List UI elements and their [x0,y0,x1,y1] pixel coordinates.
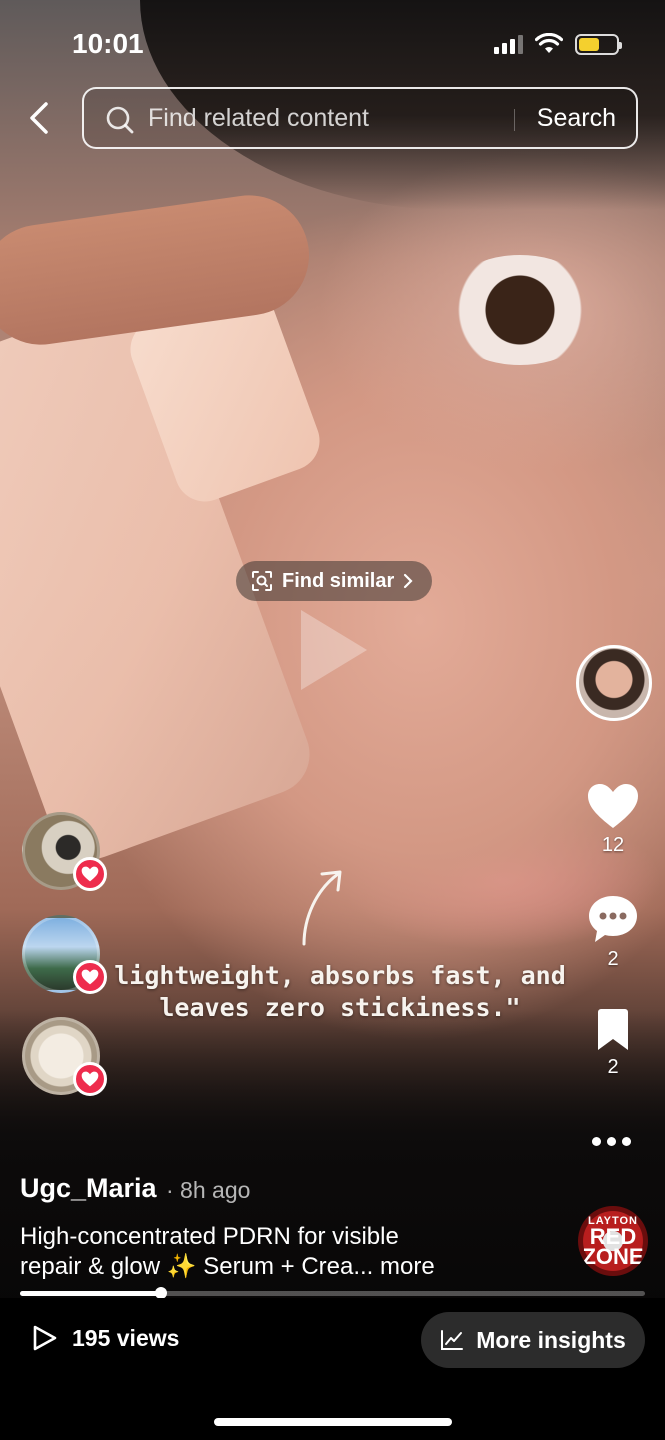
status-time: 10:01 [72,28,144,59]
post-description[interactable]: High-concentrated PDRN for visible repai… [20,1222,560,1282]
disc-label-line2: ZONE [582,1244,644,1269]
search-bar[interactable]: Find related content Search [82,87,638,149]
heart-icon [81,866,99,882]
heart-icon [81,969,99,985]
liker-heart-badge [73,1062,107,1096]
liker-avatar[interactable] [22,915,107,994]
liker-avatar[interactable] [22,812,107,891]
home-indicator[interactable] [214,1418,452,1426]
more-link[interactable]: more [380,1253,435,1280]
search-divider [514,109,515,131]
views-counter: 195 views [32,1324,179,1352]
wifi-icon [535,33,563,53]
like-count: 12 [601,834,625,856]
post-time: · 8h ago [166,1177,251,1203]
username[interactable]: Ugc_Maria [20,1173,157,1204]
description-line: repair & glow ✨ Serum + Crea... [20,1253,374,1280]
heart-icon [588,784,638,828]
play-outline-icon [33,1325,57,1351]
find-similar-button[interactable]: Find similar [236,561,433,601]
search-input[interactable]: Find related content [148,104,508,133]
arrow-doodle-icon [302,870,342,946]
bookmark-count: 2 [607,1056,619,1078]
back-button[interactable] [22,98,58,138]
bookmark-button[interactable]: 2 [580,1008,646,1079]
bottom-bar: 195 views More insights [0,1298,665,1440]
chart-icon [441,1330,464,1350]
status-bar: 10:01 [0,0,665,90]
find-similar-label: Find similar [282,569,395,592]
bookmark-icon [598,1009,628,1050]
search-button[interactable]: Search [537,104,616,133]
battery-icon [575,33,622,55]
video-eye [440,255,600,365]
visual-search-icon [252,571,272,591]
progress-fill [20,1291,162,1296]
more-insights-button[interactable]: More insights [421,1312,645,1368]
comment-button[interactable]: 2 [580,894,646,971]
video-caption-overlay: lightweight, absorbs fast, and leaves ze… [100,960,580,1024]
views-label: 195 views [72,1324,180,1351]
chevron-right-icon [404,573,413,589]
liker-heart-badge [73,857,107,891]
cellular-signal-icon [494,34,523,54]
chevron-left-icon [30,102,48,134]
more-insights-label: More insights [476,1326,626,1353]
music-disc[interactable]: LAYTON RED ZONE [578,1206,648,1276]
description-line: High-concentrated PDRN for visible [20,1223,399,1250]
status-icons [494,33,622,55]
heart-icon [81,1071,99,1087]
video-caption-line: leaves zero stickiness." [159,993,521,1022]
like-button[interactable]: 12 [580,782,646,857]
play-icon[interactable] [295,604,373,696]
more-options-icon[interactable] [592,1137,631,1146]
creator-avatar[interactable] [576,645,652,721]
video-progress-bar[interactable] [20,1287,645,1299]
liker-avatar[interactable] [22,1017,107,1096]
video-caption-line: lightweight, absorbs fast, and [114,961,566,990]
comment-icon [589,896,637,942]
comment-count: 2 [607,948,619,970]
search-icon [106,106,134,134]
